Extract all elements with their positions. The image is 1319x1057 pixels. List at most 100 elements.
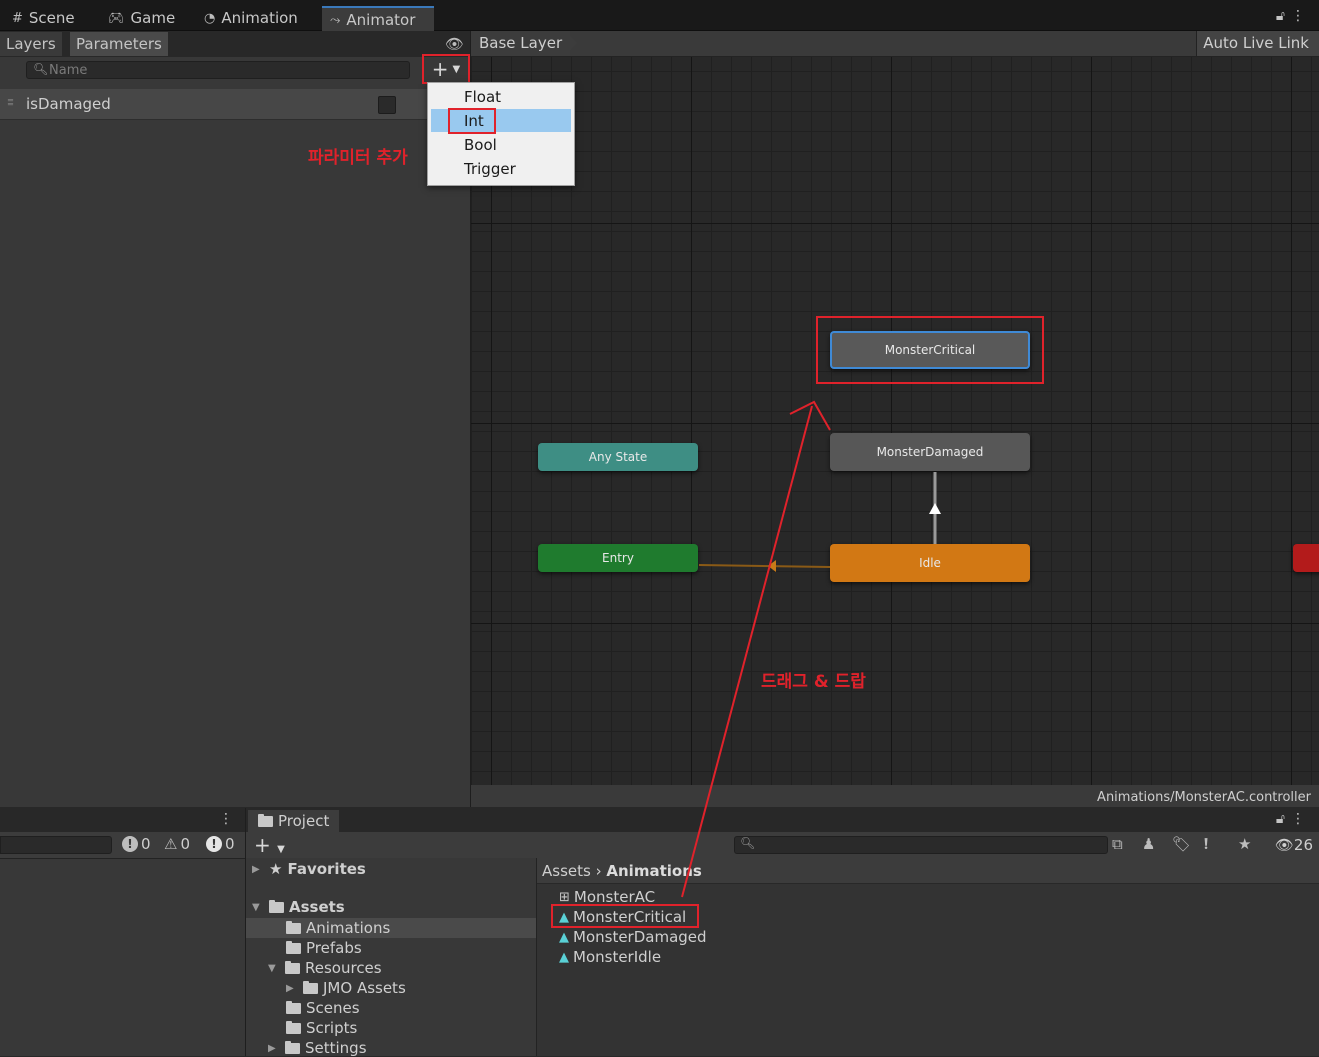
folder-open-icon (269, 899, 284, 913)
eye-icon[interactable]: 👁︎ (445, 35, 464, 53)
tab-parameters[interactable]: Parameters (70, 32, 168, 56)
animator-icon: ⤳ (330, 12, 341, 28)
kebab-menu-icon[interactable]: ⋮ (1291, 811, 1305, 827)
state-node-any-state[interactable]: Any State (538, 443, 698, 471)
animator-controller-icon: ⊞ (559, 889, 570, 905)
tree-folder-animations[interactable]: Animations (286, 919, 390, 937)
lock-icon[interactable]: 🔓︎ (1276, 8, 1285, 24)
animator-graph[interactable]: Base Layer Auto Live Link MonsterCritica… (471, 31, 1319, 807)
console-toolbar: ! 0 ⚠ 0 ! 0 (0, 832, 245, 859)
search-by-type-icon[interactable]: ⧉ (1112, 835, 1123, 853)
tree-folder-resources[interactable]: ▼ Resources (268, 959, 382, 977)
state-node-monster-damaged[interactable]: MonsterDamaged (830, 433, 1030, 471)
state-node-monster-critical[interactable]: MonsterCritical (830, 331, 1030, 369)
error-count[interactable]: ! 0 (122, 835, 151, 853)
tree-folder-settings[interactable]: ▶ Settings (268, 1039, 367, 1057)
drag-handle-icon[interactable]: ‗ ‗ (8, 92, 13, 106)
state-node-entry[interactable]: Entry (538, 544, 698, 572)
chevron-down-icon[interactable]: ▼ (252, 902, 264, 913)
tree-folder-scenes[interactable]: Scenes (286, 999, 360, 1017)
filter-by-label-icon[interactable]: 🏷︎ (1172, 835, 1191, 853)
file-monster-damaged[interactable]: ▲ MonsterDamaged (559, 928, 707, 946)
hash-icon: # (12, 10, 23, 26)
gamepad-icon: 🎮︎ (108, 10, 125, 26)
tab-project[interactable]: Project (248, 810, 340, 832)
info-count-value: 0 (225, 835, 235, 853)
create-asset-button[interactable]: + ▼ (254, 833, 285, 857)
dropdown-item-float[interactable]: Float (464, 85, 501, 109)
chevron-right-icon[interactable]: ▶ (286, 983, 298, 994)
tab-layers[interactable]: Layers (0, 32, 62, 56)
breadcrumb-animations[interactable]: Animations (606, 862, 701, 880)
tree-folder-label: JMO Assets (323, 979, 406, 997)
tab-project-label: Project (278, 812, 330, 830)
lock-icon[interactable]: 🔓︎ (1276, 811, 1285, 827)
error-icon: ! (122, 836, 138, 852)
dropdown-item-bool[interactable]: Bool (464, 133, 497, 157)
hidden-packages-count[interactable]: 👁︎26 (1275, 836, 1313, 854)
tab-animation[interactable]: ◔ Animation (196, 6, 306, 30)
tree-folder-label: Prefabs (306, 939, 362, 957)
highlight-box-int (448, 108, 496, 134)
warning-count[interactable]: ⚠ 0 (164, 835, 190, 853)
tree-folder-label: Scenes (306, 999, 360, 1017)
kebab-menu-icon[interactable]: ⋮ (219, 811, 233, 827)
info-count[interactable]: ! 0 (206, 835, 235, 853)
folder-icon (286, 920, 301, 934)
tree-folder-jmo-assets[interactable]: ▶ JMO Assets (286, 979, 406, 997)
search-icon: 🔍︎ (33, 62, 49, 76)
breadcrumb-assets[interactable]: Assets (542, 862, 591, 880)
breadcrumb-arrow (565, 31, 577, 56)
file-label: MonsterDamaged (573, 928, 707, 946)
chevron-right-icon[interactable]: ▶ (252, 864, 264, 875)
file-monster-idle[interactable]: ▲ MonsterIdle (559, 948, 661, 966)
graph-header: Base Layer Auto Live Link (471, 31, 1319, 57)
add-parameter-button[interactable]: + ▼ (422, 54, 470, 84)
project-search-input[interactable] (734, 836, 1108, 854)
tab-game-label: Game (130, 9, 176, 27)
parameter-row[interactable]: ‗ ‗ isDamaged (0, 89, 470, 120)
tree-assets-label: Assets (289, 898, 345, 916)
error-count-value: 0 (141, 835, 151, 853)
tab-animation-label: Animation (221, 9, 298, 27)
parameter-search-input[interactable]: Name (26, 61, 410, 79)
tree-favorites[interactable]: ▶ ★ Favorites (252, 860, 366, 878)
project-folder-tree: ▶ ★ Favorites ▼ Assets Animations Prefab… (246, 858, 537, 1057)
chevron-right-icon[interactable]: ▶ (268, 1043, 280, 1054)
project-tab-bar: Project 🔓︎ ⋮ (246, 808, 1319, 832)
parameter-type-dropdown: Float Int Bool Trigger (427, 82, 575, 186)
dropdown-item-trigger[interactable]: Trigger (464, 157, 516, 181)
parameter-bool-checkbox[interactable] (378, 96, 396, 114)
folder-open-icon (285, 960, 300, 974)
tree-assets[interactable]: ▼ Assets (252, 898, 345, 916)
chevron-down-icon[interactable]: ▼ (268, 963, 280, 974)
tab-animator[interactable]: ⤳ Animator (322, 6, 434, 32)
tab-animator-label: Animator (346, 11, 416, 29)
tree-folder-prefabs[interactable]: Prefabs (286, 939, 362, 957)
info-icon: ! (206, 836, 222, 852)
file-label: MonsterIdle (573, 948, 662, 966)
state-node-idle[interactable]: Idle (830, 544, 1030, 582)
tab-game[interactable]: 🎮︎ Game (100, 6, 183, 30)
tab-scene[interactable]: # Scene (4, 6, 83, 30)
layer-breadcrumb[interactable]: Base Layer (471, 31, 571, 56)
console-search-input[interactable] (0, 836, 112, 854)
log-filter-icon[interactable]: ❗︎ (1204, 835, 1208, 853)
state-node-exit[interactable] (1293, 544, 1319, 572)
project-breadcrumb: Assets › Animations (537, 858, 1319, 884)
star-icon: ★ (269, 860, 283, 878)
tree-folder-label: Settings (305, 1039, 367, 1057)
folder-icon (286, 1020, 301, 1034)
tree-folder-label: Scripts (306, 1019, 358, 1037)
tree-folder-scripts[interactable]: Scripts (286, 1019, 357, 1037)
eye-icon: 👁︎ (1274, 836, 1294, 854)
kebab-menu-icon[interactable]: ⋮ (1291, 8, 1305, 24)
tree-folder-label: Resources (305, 959, 382, 977)
star-icon[interactable]: ★ (1238, 835, 1251, 853)
project-panel: Project 🔓︎ ⋮ + ▼ 🔍︎ ⧉ ♟ 🏷︎ ❗︎ ★ 👁︎26 ▶ ★… (246, 808, 1319, 1057)
parameter-name[interactable]: isDamaged (26, 95, 111, 113)
filter-by-type-icon[interactable]: ♟ (1142, 835, 1155, 853)
parameters-panel: Layers Parameters 👁︎ Name 🔍︎ + ▼ ‗ ‗ isDa… (0, 31, 471, 807)
auto-live-link-button[interactable]: Auto Live Link (1196, 31, 1319, 56)
animation-clip-icon: ▲ (559, 949, 569, 965)
